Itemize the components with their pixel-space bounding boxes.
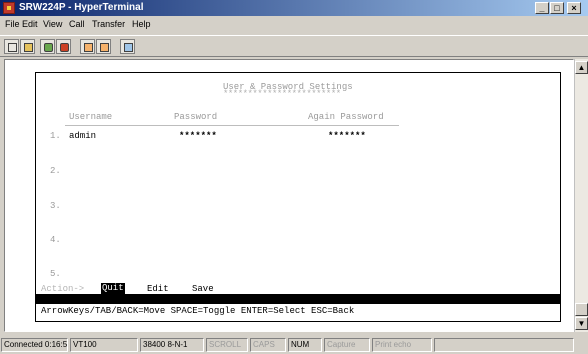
row-number: 4. bbox=[50, 235, 61, 245]
capture-indicator: Capture bbox=[324, 338, 370, 352]
maximize-button[interactable]: □ bbox=[550, 2, 564, 14]
row-1-username-field[interactable]: admin bbox=[69, 131, 96, 142]
properties-icon[interactable] bbox=[120, 39, 135, 54]
menu-transfer[interactable]: Transfer bbox=[92, 19, 125, 29]
send-icon[interactable] bbox=[80, 39, 95, 54]
window-title: SRW224P - HyperTerminal bbox=[19, 2, 144, 13]
column-header-again-password: Again Password bbox=[308, 112, 384, 122]
close-button[interactable]: × bbox=[567, 2, 581, 14]
minimize-button[interactable]: _ bbox=[535, 2, 549, 14]
vertical-scrollbar[interactable]: ▲ ▼ bbox=[574, 59, 588, 332]
terminal-frame: User & Password Settings ***************… bbox=[4, 59, 574, 332]
status-filler bbox=[434, 338, 574, 352]
column-header-username: Username bbox=[69, 112, 113, 122]
connection-status: Connected 0:16:52 bbox=[1, 338, 68, 352]
quit-action[interactable]: Quit bbox=[101, 283, 125, 294]
scroll-thumb[interactable] bbox=[575, 303, 588, 316]
key-help-line: ArrowKeys/TAB/BACK=Move SPACE=Toggle ENT… bbox=[41, 306, 355, 316]
print-echo-indicator: Print echo bbox=[372, 338, 432, 352]
column-header-password: Password bbox=[174, 112, 218, 122]
num-lock-indicator: NUM bbox=[288, 338, 322, 352]
menu-view[interactable]: View bbox=[43, 19, 62, 29]
screen-title-underline: ************************ bbox=[223, 89, 341, 99]
row-1-password-field[interactable]: ******* bbox=[179, 131, 217, 142]
menu-bar: File Edit View Call Transfer Help bbox=[0, 17, 588, 33]
port-settings-status: 38400 8-N-1 bbox=[140, 338, 204, 352]
menu-help[interactable]: Help bbox=[132, 19, 151, 29]
scroll-down-button[interactable]: ▼ bbox=[575, 317, 588, 330]
menu-file[interactable]: File bbox=[5, 19, 20, 29]
header-divider bbox=[65, 125, 399, 126]
menu-edit[interactable]: Edit bbox=[22, 19, 38, 29]
connect-icon[interactable] bbox=[40, 39, 55, 54]
open-icon[interactable] bbox=[20, 39, 35, 54]
hyperterminal-window: SRW224P - HyperTerminal _ □ × File Edit … bbox=[0, 0, 588, 354]
status-separator-bar bbox=[35, 294, 561, 304]
row-1-again-password-field[interactable]: ******* bbox=[328, 131, 366, 142]
menu-call[interactable]: Call bbox=[69, 19, 85, 29]
caps-lock-indicator: CAPS bbox=[250, 338, 286, 352]
row-number: 5. bbox=[50, 269, 61, 279]
terminal-screen[interactable]: User & Password Settings ***************… bbox=[5, 60, 573, 331]
hyperterminal-app-icon[interactable] bbox=[3, 2, 15, 14]
receive-icon[interactable] bbox=[96, 39, 111, 54]
row-number: 1. bbox=[50, 131, 61, 141]
scroll-up-button[interactable]: ▲ bbox=[575, 61, 588, 74]
disconnect-icon[interactable] bbox=[56, 39, 71, 54]
new-icon[interactable] bbox=[4, 39, 19, 54]
row-number: 2. bbox=[50, 166, 61, 176]
title-bar[interactable]: SRW224P - HyperTerminal _ □ × bbox=[0, 0, 588, 16]
status-bar: Connected 0:16:52 VT100 38400 8-N-1 SCRO… bbox=[0, 336, 588, 354]
toolbar bbox=[0, 35, 588, 57]
emulation-status: VT100 bbox=[70, 338, 138, 352]
scroll-lock-indicator: SCROLL bbox=[206, 338, 248, 352]
row-number: 3. bbox=[50, 201, 61, 211]
